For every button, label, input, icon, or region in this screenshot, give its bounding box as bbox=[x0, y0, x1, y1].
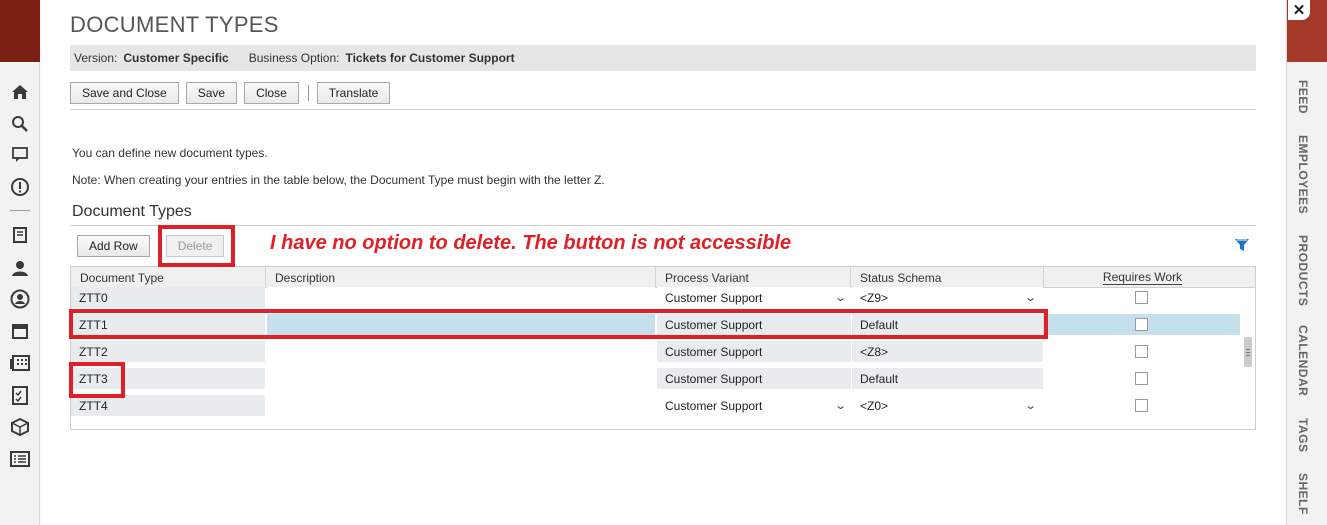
notebook-icon[interactable] bbox=[9, 224, 31, 246]
status-schema-value: <Z8> bbox=[860, 344, 889, 359]
toolbar-separator bbox=[307, 84, 309, 101]
cell-document-type: ZTT0 bbox=[71, 287, 265, 308]
requires-work-checkbox[interactable] bbox=[1135, 399, 1148, 412]
cell-description[interactable] bbox=[267, 395, 655, 416]
section-title: Document Types bbox=[72, 203, 192, 220]
tab-feed[interactable]: FEED bbox=[1296, 80, 1310, 114]
table-row[interactable]: ZTT2 Customer Support <Z8> bbox=[71, 338, 1240, 365]
status-schema-value: <Z9> bbox=[860, 290, 889, 305]
requires-work-cell bbox=[1043, 341, 1240, 362]
divider bbox=[70, 109, 1256, 110]
note-text: Note: When creating your entries in the … bbox=[72, 173, 605, 187]
alert-icon[interactable] bbox=[9, 176, 31, 198]
contacts-icon[interactable] bbox=[9, 257, 31, 279]
requires-work-cell bbox=[1043, 314, 1240, 335]
main-panel: DOCUMENT TYPES Version: Customer Specifi… bbox=[41, 0, 1285, 525]
process-variant-value: Customer Support bbox=[665, 290, 763, 305]
home-icon[interactable] bbox=[9, 81, 31, 103]
chat-icon[interactable] bbox=[9, 144, 31, 166]
translate-button[interactable]: Translate bbox=[316, 81, 391, 104]
cell-description[interactable] bbox=[267, 368, 655, 389]
checklist-icon[interactable] bbox=[9, 384, 31, 406]
requires-work-checkbox[interactable] bbox=[1135, 318, 1148, 331]
section-divider bbox=[70, 225, 1256, 226]
apps-icon[interactable] bbox=[9, 352, 31, 374]
cell-description[interactable] bbox=[267, 341, 655, 362]
cell-process-variant: Customer Support bbox=[657, 341, 851, 362]
requires-work-cell bbox=[1043, 395, 1240, 416]
annotation-box-delete bbox=[158, 225, 235, 267]
tab-calendar[interactable]: CALENDAR bbox=[1296, 325, 1310, 396]
annotation-text: I have no option to delete. The button i… bbox=[270, 232, 792, 254]
main-toolbar: Save and Close Save Close Translate bbox=[70, 81, 397, 104]
annotation-box-row-ztt1 bbox=[69, 309, 1048, 339]
cell-document-type: ZTT2 bbox=[71, 341, 265, 362]
add-row-button[interactable]: Add Row bbox=[77, 235, 150, 257]
tab-shelf[interactable]: SHELF bbox=[1296, 473, 1310, 515]
tab-employees[interactable]: EMPLOYEES bbox=[1296, 135, 1310, 214]
requires-work-cell bbox=[1043, 368, 1240, 389]
table-scrollbar[interactable] bbox=[1241, 289, 1255, 429]
chevron-down-icon: ⌄ bbox=[833, 292, 847, 304]
version-value: Customer Specific bbox=[123, 51, 229, 65]
status-schema-select[interactable]: <Z9> ⌄ bbox=[852, 287, 1043, 308]
chevron-down-icon: ⌄ bbox=[1023, 400, 1037, 412]
person-icon[interactable] bbox=[9, 288, 31, 310]
tab-tags[interactable]: TAGS bbox=[1296, 418, 1310, 452]
intro-text: You can define new document types. bbox=[72, 146, 268, 160]
annotation-box-ztt3 bbox=[69, 362, 125, 398]
save-button[interactable]: Save bbox=[185, 81, 238, 104]
cell-description[interactable] bbox=[267, 287, 655, 308]
business-option-label: Business Option: bbox=[248, 51, 340, 65]
close-button[interactable]: Close bbox=[244, 81, 299, 104]
status-schema-value: <Z0> bbox=[860, 398, 889, 413]
table-row[interactable]: ZTT0 Customer Support ⌄ <Z9> ⌄ bbox=[71, 284, 1240, 311]
search-icon[interactable] bbox=[9, 113, 31, 135]
calendar-icon[interactable] bbox=[9, 320, 31, 342]
table-row[interactable]: ZTT3 Customer Support Default bbox=[71, 365, 1240, 392]
header-requires-work-label: Requires Work bbox=[1102, 270, 1183, 285]
cell-status-schema: Default bbox=[852, 368, 1043, 389]
left-separator bbox=[10, 210, 30, 211]
close-icon[interactable]: ✕ bbox=[1288, 0, 1310, 20]
list-icon[interactable] bbox=[9, 448, 31, 470]
process-variant-value: Customer Support bbox=[665, 371, 763, 386]
requires-work-checkbox[interactable] bbox=[1135, 291, 1148, 304]
save-and-close-button[interactable]: Save and Close bbox=[70, 81, 179, 104]
chevron-down-icon: ⌄ bbox=[833, 400, 847, 412]
process-variant-select[interactable]: Customer Support ⌄ bbox=[657, 395, 851, 416]
info-bar: Version: Customer Specific Business Opti… bbox=[70, 45, 1256, 71]
requires-work-cell bbox=[1043, 287, 1240, 308]
requires-work-checkbox[interactable] bbox=[1135, 345, 1148, 358]
status-schema-value: Default bbox=[860, 371, 899, 386]
business-option-value: Tickets for Customer Support bbox=[345, 51, 515, 65]
version-label: Version: bbox=[74, 51, 118, 65]
status-schema-select[interactable]: <Z0> ⌄ bbox=[852, 395, 1043, 416]
box-icon[interactable] bbox=[9, 416, 31, 438]
process-variant-select[interactable]: Customer Support ⌄ bbox=[657, 287, 851, 308]
cell-document-type: ZTT4 bbox=[71, 395, 265, 416]
chevron-down-icon: ⌄ bbox=[1023, 292, 1037, 304]
cell-process-variant: Customer Support bbox=[657, 368, 851, 389]
table-row[interactable]: ZTT4 Customer Support ⌄ <Z0> ⌄ bbox=[71, 392, 1240, 419]
requires-work-checkbox[interactable] bbox=[1135, 372, 1148, 385]
left-nav bbox=[0, 0, 40, 525]
cell-status-schema: <Z8> bbox=[852, 341, 1043, 362]
process-variant-value: Customer Support bbox=[665, 398, 763, 413]
left-top-strip bbox=[0, 0, 40, 62]
scrollbar-thumb[interactable] bbox=[1244, 337, 1252, 367]
page-title: DOCUMENT TYPES bbox=[70, 12, 279, 37]
process-variant-value: Customer Support bbox=[665, 344, 763, 359]
document-types-table: Document Type Description Process Varian… bbox=[70, 266, 1256, 430]
tab-products[interactable]: PRODUCTS bbox=[1296, 235, 1310, 306]
filter-icon[interactable] bbox=[1234, 237, 1250, 253]
